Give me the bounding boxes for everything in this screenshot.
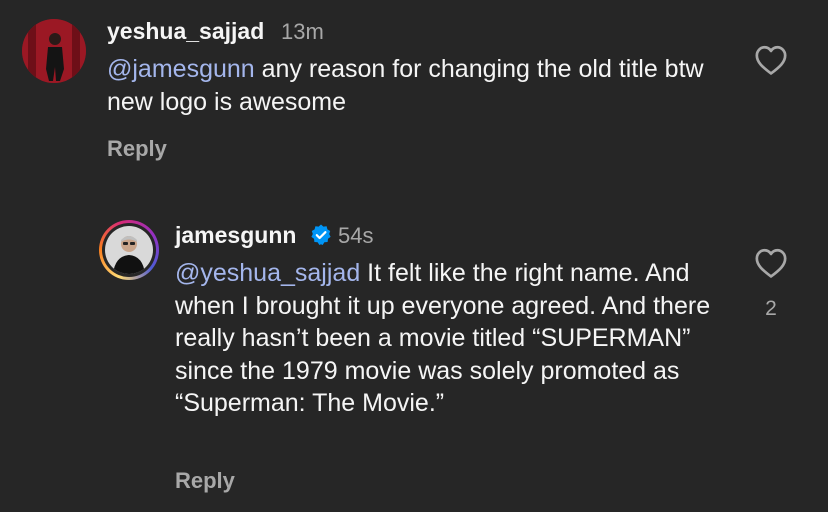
like-heart-icon[interactable] — [754, 44, 788, 81]
comment-username[interactable]: jamesgunn — [175, 222, 296, 249]
comment-username[interactable]: yeshua_sajjad — [107, 18, 264, 45]
comment-text: @jamesgunn any reason for changing the o… — [107, 53, 727, 118]
reply-button[interactable]: Reply — [107, 136, 167, 162]
avatar-image — [22, 19, 86, 83]
mention-link[interactable]: @jamesgunn — [107, 55, 255, 83]
reply-button[interactable]: Reply — [175, 468, 235, 494]
avatar-story-ring[interactable] — [99, 220, 159, 280]
avatar-image — [105, 226, 153, 274]
like-heart-icon[interactable] — [754, 247, 788, 284]
comment-timestamp: 54s — [338, 223, 374, 248]
comment-text: @yeshua_sajjad It felt like the right na… — [175, 257, 720, 420]
comment-thread: yeshua_sajjad 13m @jamesgunn any reason … — [0, 0, 828, 512]
comment-timestamp: 13m — [281, 19, 324, 44]
mention-link[interactable]: @yeshua_sajjad — [175, 259, 360, 287]
like-count: 2 — [765, 297, 777, 320]
avatar[interactable] — [22, 19, 86, 83]
verified-badge-icon — [309, 223, 333, 252]
